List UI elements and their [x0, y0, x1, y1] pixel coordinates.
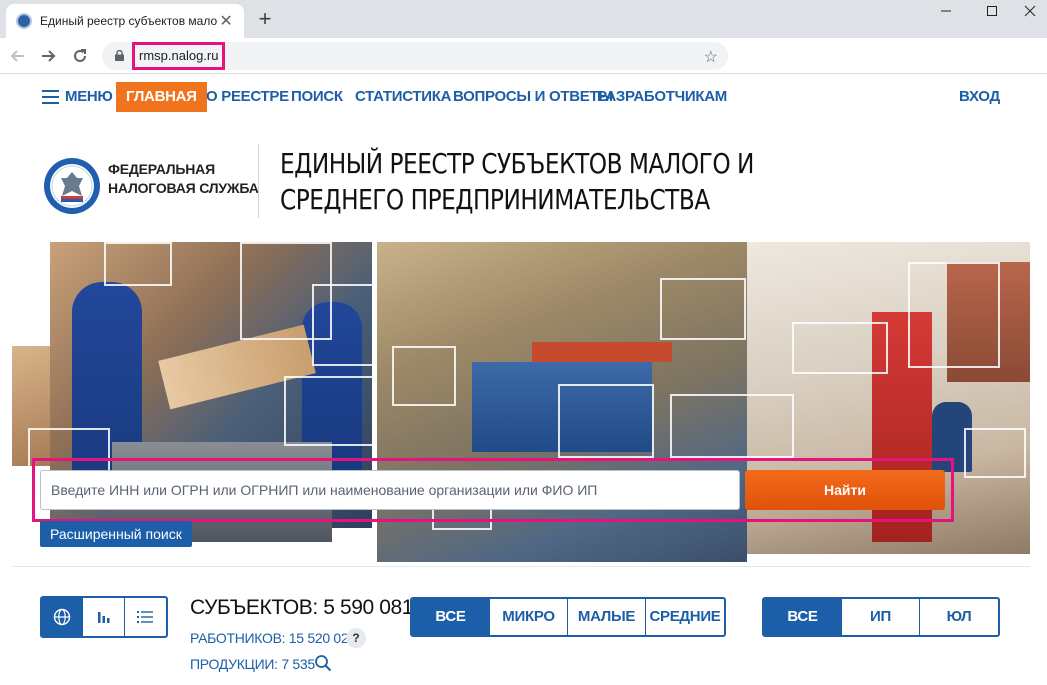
browser-tab-strip: Единый реестр субъектов мало ✕ + [0, 0, 1047, 38]
minimize-window-button[interactable] [923, 0, 969, 22]
lock-icon [115, 50, 124, 61]
address-bar[interactable]: rmsp.nalog.ru ☆ [102, 42, 728, 70]
list-view-button[interactable] [125, 598, 166, 636]
header-divider [258, 144, 259, 218]
size-filter-all[interactable]: ВСЕ [412, 599, 490, 635]
globe-icon [53, 608, 71, 626]
top-navigation: МЕНЮ ГЛАВНАЯ О РЕЕСТРЕ ПОИСК СТАТИСТИКА … [12, 80, 1030, 114]
nav-item-search[interactable]: ПОИСК [291, 88, 343, 105]
nav-item-faq[interactable]: ВОПРОСЫ И ОТВЕТЫ [453, 88, 613, 105]
close-window-button[interactable] [1012, 0, 1047, 22]
type-filter-all[interactable]: ВСЕ [764, 599, 842, 635]
search-button[interactable]: Найти [745, 470, 945, 510]
org-name-line-2: НАЛОГОВАЯ СЛУЖБА [108, 180, 259, 196]
nav-item-about[interactable]: О РЕЕСТРЕ [206, 88, 289, 105]
size-filter-medium[interactable]: СРЕДНИЕ [646, 599, 724, 635]
list-icon [137, 611, 154, 623]
org-name: ФЕДЕРАЛЬНАЯ НАЛОГОВАЯ СЛУЖБА [108, 160, 259, 198]
type-filter-yul[interactable]: ЮЛ [920, 599, 998, 635]
reload-button[interactable] [68, 44, 92, 68]
site-favicon-icon [16, 13, 32, 29]
arrow-left-icon [10, 50, 24, 62]
hamburger-icon [42, 89, 59, 104]
browser-toolbar: rmsp.nalog.ru ☆ [0, 38, 1047, 74]
size-filter-group: ВСЕ МИКРО МАЛЫЕ СРЕДНИЕ [410, 597, 726, 637]
advanced-search-button[interactable]: Расширенный поиск [40, 521, 192, 547]
nav-item-statistics[interactable]: СТАТИСТИКА [355, 88, 451, 105]
minimize-icon [941, 10, 951, 12]
search-icon[interactable] [314, 654, 332, 672]
size-filter-micro[interactable]: МИКРО [490, 599, 568, 635]
chart-view-button[interactable] [83, 598, 125, 636]
url-text[interactable]: rmsp.nalog.ru [132, 42, 226, 70]
org-name-line-1: ФЕДЕРАЛЬНАЯ [108, 161, 215, 177]
bar-chart-icon [97, 612, 110, 623]
arrow-right-icon [42, 50, 56, 62]
type-filter-ip[interactable]: ИП [842, 599, 920, 635]
workers-count: РАБОТНИКОВ: 15 520 026 [190, 630, 356, 646]
nav-item-developers[interactable]: РАЗРАБОТЧИКАМ [597, 88, 727, 105]
reload-icon [74, 49, 86, 62]
site-page: МЕНЮ ГЛАВНАЯ О РЕЕСТРЕ ПОИСК СТАТИСТИКА … [12, 74, 1030, 685]
page-title: ЕДИНЫЙ РЕЕСТР СУБЪЕКТОВ МАЛОГО И СРЕДНЕГ… [280, 147, 754, 216]
tab-title: Единый реестр субъектов мало [40, 14, 218, 28]
close-tab-icon[interactable]: ✕ [218, 11, 234, 31]
map-view-button[interactable] [42, 598, 84, 636]
view-toggle [40, 596, 168, 638]
close-window-icon [1024, 5, 1035, 17]
type-filter-group: ВСЕ ИП ЮЛ [762, 597, 1000, 637]
maximize-window-button[interactable] [969, 0, 1015, 22]
fns-emblem-logo [44, 158, 100, 214]
size-filter-small[interactable]: МАЛЫЕ [568, 599, 646, 635]
subjects-count: СУБЪЕКТОВ: 5 590 081 [190, 596, 414, 619]
forward-button[interactable] [36, 44, 60, 68]
new-tab-button[interactable]: + [254, 6, 276, 32]
menu-label: МЕНЮ [65, 88, 113, 105]
menu-button[interactable]: МЕНЮ [42, 88, 113, 105]
nav-item-home[interactable]: ГЛАВНАЯ [116, 82, 207, 112]
login-link[interactable]: ВХОД [959, 88, 1000, 105]
browser-tab[interactable]: Единый реестр субъектов мало ✕ [6, 4, 244, 38]
back-button[interactable] [6, 44, 30, 68]
search-input[interactable]: Введите ИНН или ОГРН или ОГРНИП или наим… [40, 470, 740, 510]
maximize-icon [987, 6, 997, 16]
help-icon[interactable]: ? [346, 628, 366, 648]
bookmark-star-icon[interactable]: ☆ [704, 47, 718, 67]
products-count[interactable]: ПРОДУКЦИИ: 7 535 [190, 656, 315, 672]
